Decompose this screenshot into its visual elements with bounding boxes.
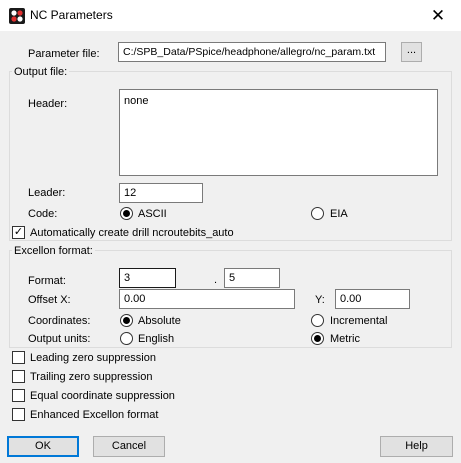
code-eia-label: EIA	[330, 208, 348, 220]
coordinates-incremental-label: Incremental	[330, 315, 388, 327]
close-icon[interactable]: ✕	[415, 0, 461, 31]
coordinates-label: Coordinates:	[28, 315, 91, 327]
trailing-zero-checkbox[interactable]	[12, 370, 25, 383]
coordinates-incremental-radio[interactable]	[311, 314, 324, 327]
auto-drill-label: Automatically create drill ncroutebits_a…	[30, 227, 234, 239]
coordinates-absolute-label: Absolute	[138, 315, 181, 327]
parameter-file-input[interactable]: C:/SPB_Data/PSpice/headphone/allegro/nc_…	[118, 42, 386, 62]
trailing-zero-label: Trailing zero suppression	[30, 371, 153, 383]
app-icon	[9, 8, 25, 24]
output-file-group-title: Output file:	[12, 65, 70, 79]
offset-x-input[interactable]: 0.00	[119, 289, 295, 309]
leader-input[interactable]: 12	[119, 183, 203, 203]
format-separator: .	[214, 274, 218, 286]
header-textarea[interactable]: none	[119, 89, 438, 176]
leading-zero-label: Leading zero suppression	[30, 352, 156, 364]
offset-y-label: Y:	[315, 294, 325, 306]
excellon-format-group-title: Excellon format:	[12, 244, 95, 258]
leading-zero-checkbox[interactable]	[12, 351, 25, 364]
enhanced-excellon-label: Enhanced Excellon format	[30, 409, 159, 421]
format-decimal-input[interactable]: 5	[224, 268, 280, 288]
leader-label: Leader:	[28, 187, 66, 199]
cancel-button[interactable]: Cancel	[93, 436, 165, 457]
enhanced-excellon-checkbox[interactable]	[12, 408, 25, 421]
header-label: Header:	[28, 98, 68, 110]
units-english-label: English	[138, 333, 175, 345]
equal-coordinate-checkbox[interactable]	[12, 389, 25, 402]
auto-drill-checkbox[interactable]: ✓	[12, 226, 25, 239]
format-integer-input[interactable]: 3	[119, 268, 176, 288]
code-ascii-label: ASCII	[138, 208, 167, 220]
units-metric-radio[interactable]	[311, 332, 324, 345]
code-label: Code:	[28, 208, 58, 220]
parameter-file-label: Parameter file:	[28, 48, 100, 60]
code-eia-radio[interactable]	[311, 207, 324, 220]
code-ascii-radio[interactable]	[120, 207, 133, 220]
window-title: NC Parameters	[30, 8, 113, 22]
title-bar: NC Parameters ✕	[0, 0, 461, 31]
offset-x-label: Offset X:	[28, 294, 71, 306]
offset-y-input[interactable]: 0.00	[335, 289, 410, 309]
format-label: Format:	[28, 275, 66, 287]
help-button[interactable]: Help	[380, 436, 453, 457]
output-units-label: Output units:	[28, 333, 91, 345]
equal-coordinate-label: Equal coordinate suppression	[30, 390, 175, 402]
ok-button[interactable]: OK	[7, 436, 79, 457]
units-english-radio[interactable]	[120, 332, 133, 345]
coordinates-absolute-radio[interactable]	[120, 314, 133, 327]
browse-button[interactable]: ...	[401, 42, 422, 62]
units-metric-label: Metric	[330, 333, 360, 345]
